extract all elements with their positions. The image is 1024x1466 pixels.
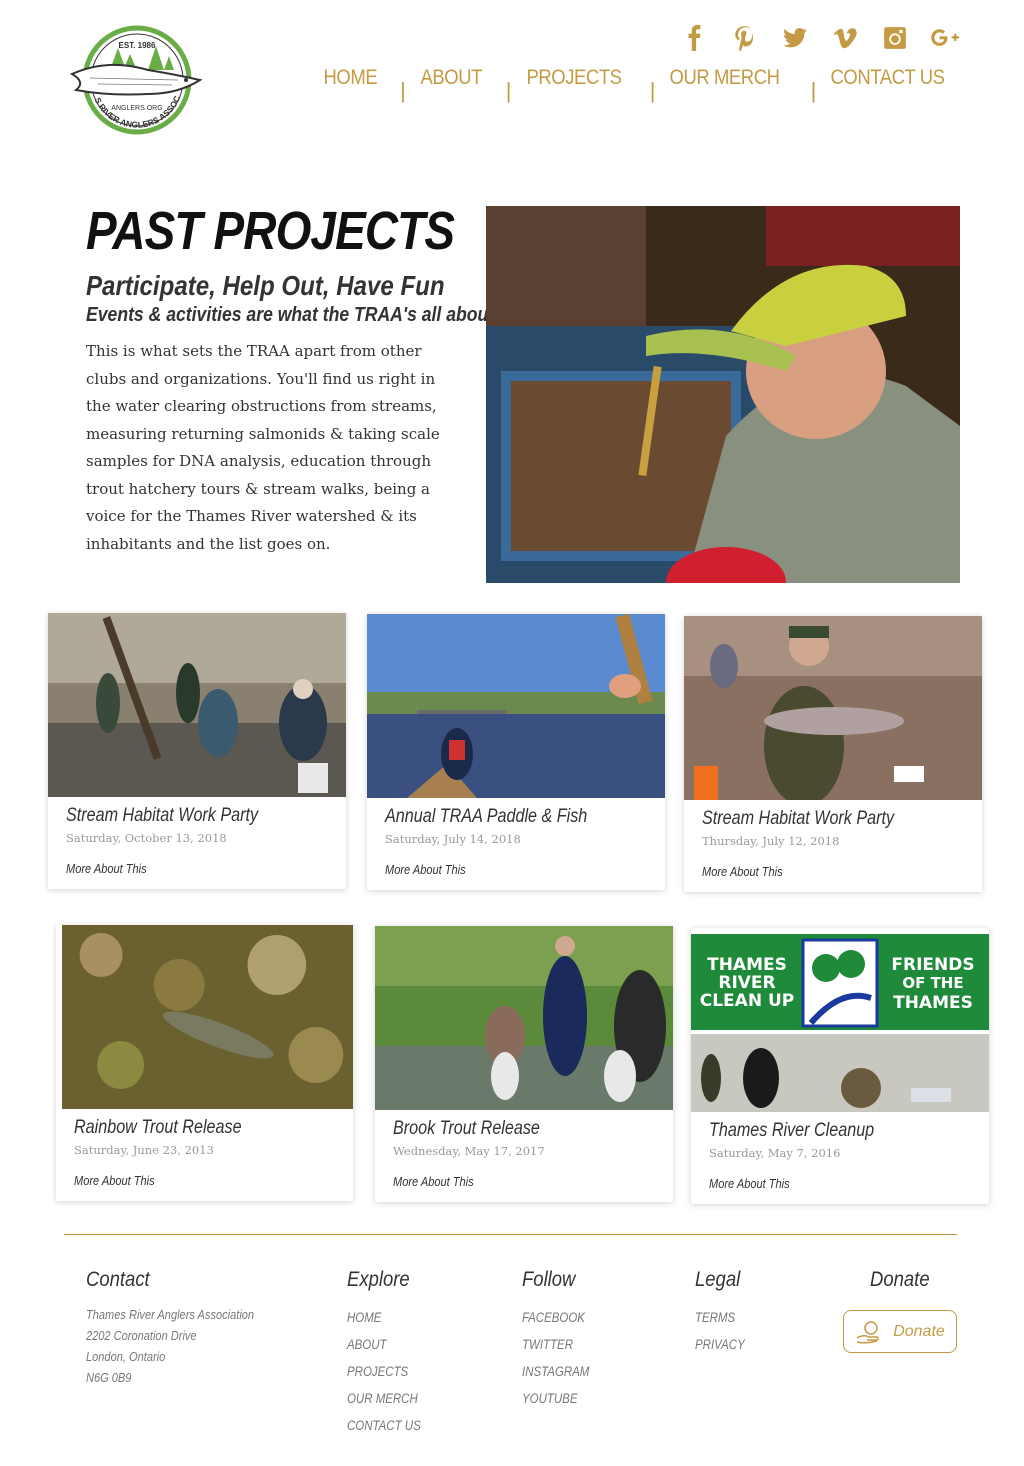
nav-about[interactable]: ABOUT [417, 66, 486, 90]
project-photo [684, 616, 982, 800]
project-card[interactable]: Rainbow Trout Release Saturday, June 23,… [56, 925, 353, 1201]
project-photo: THAMES RIVER CLEAN UP FRIENDS OF THE THA… [691, 928, 989, 1112]
project-title: Stream Habitat Work Party [66, 805, 259, 826]
more-about-link[interactable]: More About This [709, 1176, 790, 1191]
footer-follow-heading: Follow [522, 1268, 576, 1291]
contact-line: N6G 0B9 [86, 1370, 132, 1385]
banner-left-line: CLEAN UP [700, 991, 795, 1011]
nav-separator: | [649, 78, 656, 103]
footer-link-home[interactable]: HOME [347, 1304, 421, 1331]
project-title: Stream Habitat Work Party [702, 808, 895, 829]
nav-separator: | [810, 78, 817, 103]
footer-link-contact[interactable]: CONTACT US [347, 1412, 421, 1439]
project-photo [367, 614, 665, 798]
footer-link-instagram[interactable]: INSTAGRAM [522, 1358, 589, 1385]
more-about-link[interactable]: More About This [66, 861, 147, 876]
nav-projects[interactable]: PROJECTS [523, 66, 625, 90]
footer-explore: Explore HOME ABOUT PROJECTS OUR MERCH CO… [347, 1268, 434, 1439]
project-date: Saturday, May 7, 2016 [709, 1146, 841, 1160]
contact-line: 2202 Coronation Drive [86, 1328, 197, 1343]
footer-link-privacy[interactable]: PRIVACY [695, 1331, 745, 1358]
footer-link-facebook[interactable]: FACEBOOK [522, 1304, 589, 1331]
logo-est-text: EST. 1986 [119, 41, 156, 50]
project-card[interactable]: Stream Habitat Work Party Thursday, July… [684, 616, 982, 892]
footer-link-youtube[interactable]: YOUTUBE [522, 1385, 589, 1412]
nav-home[interactable]: HOME [320, 66, 381, 90]
footer-link-about[interactable]: ABOUT [347, 1331, 421, 1358]
project-photo [48, 613, 346, 797]
instagram-icon[interactable] [880, 24, 910, 52]
nav-separator: | [505, 78, 512, 103]
nav-contact[interactable]: CONTACT US [827, 66, 948, 90]
more-about-link[interactable]: More About This [385, 862, 466, 877]
page-title: PAST PROJECTS [86, 201, 455, 261]
project-card[interactable]: Brook Trout Release Wednesday, May 17, 2… [375, 926, 673, 1202]
page-subtitle: Participate, Help Out, Have Fun [86, 270, 445, 301]
page-tagline: Events & activities are what the TRAA's … [86, 304, 495, 326]
footer-follow: Follow FACEBOOK TWITTER INSTAGRAM YOUTUB… [522, 1268, 601, 1412]
intro-paragraph: This is what sets the TRAA apart from ot… [86, 342, 440, 553]
footer-contact-heading: Contact [86, 1268, 150, 1291]
footer-link-twitter[interactable]: TWITTER [522, 1331, 589, 1358]
footer-donate: Donate [870, 1268, 938, 1304]
project-photo [56, 925, 353, 1109]
more-about-link[interactable]: More About This [393, 1174, 474, 1189]
nav-separator: | [400, 78, 406, 103]
project-date: Thursday, July 12, 2018 [702, 834, 840, 848]
project-date: Saturday, June 23, 2013 [74, 1143, 214, 1157]
contact-line: London, Ontario [86, 1349, 166, 1364]
banner-right-line: OF THE [902, 974, 963, 992]
twitter-icon[interactable] [780, 24, 810, 52]
project-date: Saturday, July 14, 2018 [385, 832, 521, 846]
project-photo [375, 926, 673, 1110]
project-card[interactable]: Annual TRAA Paddle & Fish Saturday, July… [367, 614, 665, 890]
hand-money-icon [856, 1320, 879, 1344]
nav-merch[interactable]: OUR MERCH [666, 66, 783, 90]
vimeo-icon[interactable] [830, 24, 860, 52]
main-nav: HOME | ABOUT | PROJECTS | OUR MERCH | CO… [320, 66, 965, 104]
footer-link-terms[interactable]: TERMS [695, 1304, 745, 1331]
more-about-link[interactable]: More About This [702, 864, 783, 879]
footer-link-merch[interactable]: OUR MERCH [347, 1385, 421, 1412]
banner-left-line: THAMES [707, 955, 787, 975]
footer-explore-heading: Explore [347, 1268, 410, 1291]
contact-line: Thames River Anglers Association [86, 1307, 255, 1322]
facebook-icon[interactable] [680, 24, 710, 52]
logo-site-text: ANGLERS.ORG [111, 105, 162, 112]
project-title: Annual TRAA Paddle & Fish [385, 806, 588, 827]
google-plus-icon[interactable] [930, 24, 960, 52]
hero-photo [486, 206, 960, 583]
banner-right-line: FRIENDS [891, 955, 974, 975]
project-card[interactable]: THAMES RIVER CLEAN UP FRIENDS OF THE THA… [691, 928, 989, 1204]
project-date: Wednesday, May 17, 2017 [393, 1144, 545, 1158]
footer-legal-heading: Legal [695, 1268, 741, 1291]
footer-donate-heading: Donate [870, 1268, 930, 1291]
social-links [680, 24, 960, 52]
donate-button-label: Donate [893, 1322, 945, 1340]
pinterest-icon[interactable] [730, 24, 760, 52]
project-title: Brook Trout Release [393, 1118, 540, 1139]
footer-legal: Legal TERMS PRIVACY [695, 1268, 754, 1358]
footer-contact: Contact Thames River Anglers Association… [86, 1268, 284, 1388]
banner-left-line: RIVER [718, 973, 775, 993]
site-logo[interactable]: EST. 1986 ANGLERS.ORG THAMES RIVER ANGLE… [64, 10, 206, 142]
project-title: Thames River Cleanup [709, 1120, 875, 1141]
more-about-link[interactable]: More About This [74, 1173, 155, 1188]
project-title: Rainbow Trout Release [74, 1117, 242, 1138]
project-date: Saturday, October 13, 2018 [66, 831, 227, 845]
donate-button[interactable]: Donate [843, 1310, 957, 1353]
footer-divider [64, 1234, 957, 1235]
project-card[interactable]: Stream Habitat Work Party Saturday, Octo… [48, 613, 346, 889]
banner-right-line: THAMES [893, 993, 973, 1013]
footer-link-projects[interactable]: PROJECTS [347, 1358, 421, 1385]
